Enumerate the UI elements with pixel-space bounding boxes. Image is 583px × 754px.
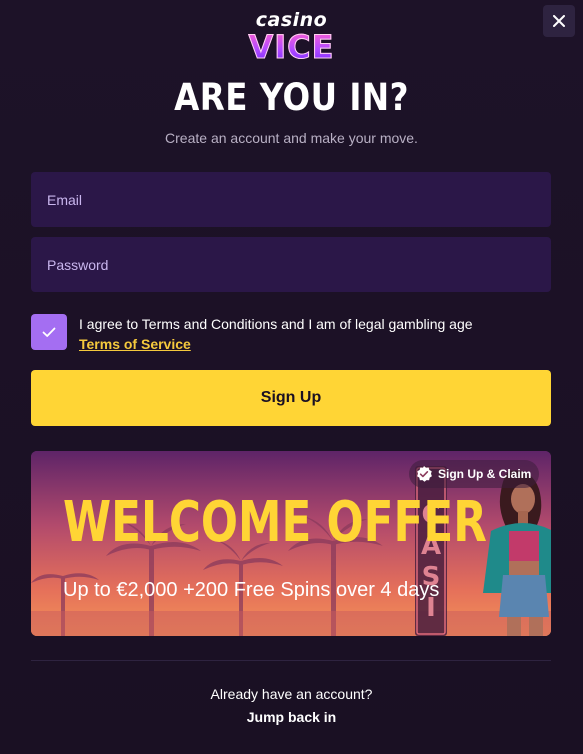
terms-of-service-link[interactable]: Terms of Service — [79, 336, 191, 352]
page-subtitle: Create an account and make your move. — [165, 130, 418, 146]
email-field[interactable] — [31, 172, 551, 227]
welcome-offer-banner[interactable]: C A S I Sign Up & Claim WELCOME OFFER Up… — [31, 451, 551, 636]
verified-badge-icon — [417, 466, 432, 482]
password-field[interactable] — [31, 237, 551, 292]
sign-up-button[interactable]: Sign Up — [31, 370, 551, 426]
terms-checkbox[interactable] — [31, 314, 67, 350]
welcome-offer-title: WELCOME OFFER — [63, 490, 487, 555]
have-account-prompt: Already have an account? — [210, 686, 373, 702]
logo-vice-text: VICE — [248, 28, 335, 66]
casino-vice-logo: casino VICE — [0, 10, 583, 68]
badge-label: Sign Up & Claim — [438, 467, 532, 481]
terms-agreement-label: I agree to Terms and Conditions and I am… — [79, 316, 473, 332]
jump-back-in-link[interactable]: Jump back in — [0, 709, 583, 725]
divider — [31, 660, 551, 661]
checkmark-icon — [42, 327, 56, 337]
sign-up-claim-badge: Sign Up & Claim — [409, 460, 540, 488]
signup-modal: casino VICE ARE YOU IN? Create an accoun… — [0, 0, 583, 754]
welcome-offer-subtitle: Up to €2,000 +200 Free Spins over 4 days — [63, 579, 440, 601]
logo-casino-text: casino — [255, 9, 328, 31]
page-title: ARE YOU IN? — [174, 76, 409, 119]
